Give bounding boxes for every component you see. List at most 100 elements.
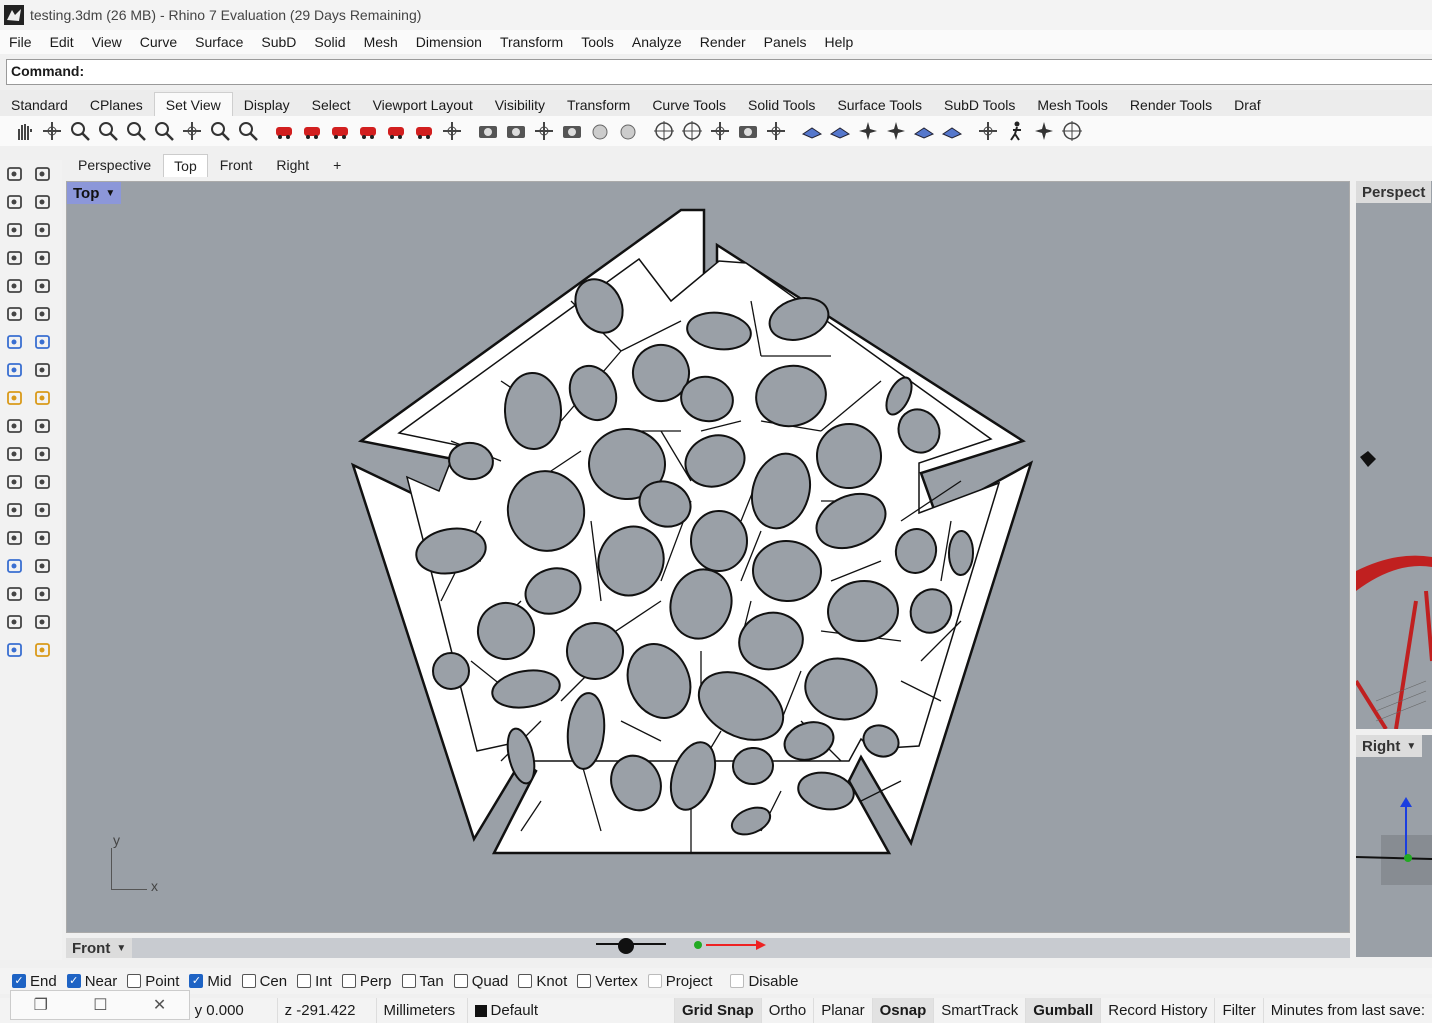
cplane-icon[interactable] [650,118,678,144]
undo-view-icon[interactable] [178,118,206,144]
check-icon[interactable] [31,610,55,634]
boolean-split-icon[interactable] [31,442,55,466]
toolbar-tab-visibility[interactable]: Visibility [484,93,556,116]
maximize-icon[interactable]: ☐ [93,995,107,1015]
burst-icon[interactable] [1030,118,1058,144]
menu-tools[interactable]: Tools [572,34,623,50]
explode-icon[interactable] [31,386,55,410]
curve-edit-icon[interactable] [31,190,55,214]
osnap-disable[interactable]: Disable [730,973,799,990]
menu-solid[interactable]: Solid [305,34,354,50]
chamfer-icon[interactable] [31,470,55,494]
toolbar-tab-draf[interactable]: Draf [1223,93,1271,116]
chevron-down-icon[interactable]: ▼ [1406,741,1416,752]
front-viewport-bar[interactable]: Front ▼ [66,938,1350,958]
osnap-perp[interactable]: Perp [341,973,392,990]
two-spheres-icon[interactable] [614,118,642,144]
target-icon[interactable] [678,118,706,144]
viewport-tab-right[interactable]: Right [264,157,321,173]
dimension-icon[interactable] [31,554,55,578]
surface-corner-icon[interactable] [3,302,27,326]
plane-icon[interactable] [826,118,854,144]
osnap-mid[interactable]: Mid [189,973,232,990]
sphere-view-icon[interactable] [586,118,614,144]
menu-edit[interactable]: Edit [41,34,83,50]
osnap-cen[interactable]: Cen [241,973,287,990]
circle-options-icon[interactable] [31,218,55,242]
osnap-checkbox[interactable] [647,974,662,988]
toolbar-tab-cplanes[interactable]: CPlanes [79,93,154,116]
sphere-icon[interactable] [31,330,55,354]
status-toggle-grid-snap[interactable]: Grid Snap [674,998,761,1023]
zoom-window-icon[interactable] [94,118,122,144]
zoom-selected-icon[interactable] [150,118,178,144]
rectangle-icon[interactable] [31,246,55,270]
status-toggle-record-history[interactable]: Record History [1100,998,1214,1023]
osnap-checkbox[interactable] [66,974,81,988]
menu-view[interactable]: View [83,34,131,50]
status-toggle-filter[interactable]: Filter [1214,998,1262,1023]
viewport-tab-front[interactable]: Front [208,157,265,173]
crosshair-icon[interactable] [1058,118,1086,144]
status-units[interactable]: Millimeters [375,998,467,1023]
voronoi-hole[interactable] [689,510,749,572]
polygon-icon[interactable] [3,246,27,270]
cube-view-icon[interactable] [762,118,790,144]
shell-icon[interactable] [3,610,27,634]
orbit-icon[interactable] [974,118,1002,144]
plane-side-icon[interactable] [910,118,938,144]
osnap-checkbox[interactable] [297,974,312,988]
named-view-icon[interactable] [530,118,558,144]
camera-icon[interactable] [502,118,530,144]
trim-icon[interactable] [3,414,27,438]
select-icon[interactable] [3,162,27,186]
status-toggle-minutes-from-last-save[interactable]: Minutes from last save: [1262,998,1432,1023]
zoom-extents-icon[interactable] [122,118,150,144]
left-view-icon[interactable] [326,118,354,144]
osnap-checkbox[interactable] [189,974,204,988]
osnap-checkbox[interactable] [341,974,356,988]
menu-dimension[interactable]: Dimension [407,34,491,50]
star2-icon[interactable] [882,118,910,144]
osnap-point[interactable]: Point [127,973,179,990]
command-line[interactable]: Command: [6,59,1432,85]
star-icon[interactable] [854,118,882,144]
voronoi-hole[interactable] [947,530,975,576]
plane-flat-icon[interactable] [938,118,966,144]
camera-target-icon[interactable] [474,118,502,144]
menu-transform[interactable]: Transform [491,34,572,50]
menu-subd[interactable]: SubD [252,34,305,50]
menu-mesh[interactable]: Mesh [355,34,407,50]
array-icon[interactable] [3,582,27,606]
polyline-icon[interactable] [3,190,27,214]
toolbar-tab-curve-tools[interactable]: Curve Tools [641,93,737,116]
paint-icon[interactable] [31,638,55,662]
menu-analyze[interactable]: Analyze [623,34,691,50]
osnap-checkbox[interactable] [401,974,416,988]
toolbar-tab-set-view[interactable]: Set View [153,92,233,116]
osnap-project[interactable]: Project [647,973,712,990]
osnap-checkbox[interactable] [12,974,26,988]
add-viewport-tab[interactable]: + [321,157,353,173]
right-view-icon[interactable] [354,118,382,144]
top-view-icon[interactable] [270,118,298,144]
status-toggle-planar[interactable]: Planar [813,998,871,1023]
model-geometry[interactable] [67,182,1350,933]
boolean-icon[interactable] [3,442,27,466]
perspective-view-icon[interactable] [438,118,466,144]
osnap-checkbox[interactable] [241,974,256,988]
zoom-icon[interactable] [66,118,94,144]
ellipse-icon[interactable] [3,274,27,298]
mirror-icon[interactable] [31,526,55,550]
gear-icon[interactable] [3,386,27,410]
camera-lens-icon[interactable] [734,118,762,144]
menu-curve[interactable]: Curve [131,34,186,50]
bottom-view-icon[interactable] [298,118,326,144]
menu-panels[interactable]: Panels [755,34,816,50]
osnap-checkbox[interactable] [127,974,142,988]
zoom-1to1-icon[interactable] [234,118,262,144]
perspective-viewport[interactable]: Perspect [1356,181,1432,729]
toolbar-tab-solid-tools[interactable]: Solid Tools [737,93,826,116]
toolbar-tab-viewport-layout[interactable]: Viewport Layout [362,93,484,116]
viewport-label-perspective[interactable]: Perspect [1356,181,1432,203]
